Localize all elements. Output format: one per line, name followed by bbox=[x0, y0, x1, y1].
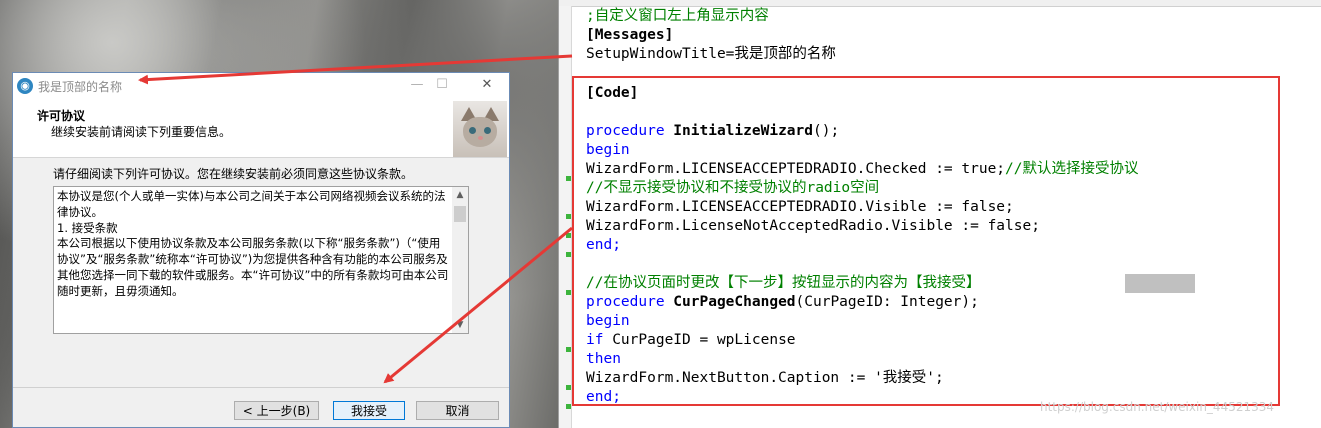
arrow-to-button bbox=[383, 226, 573, 384]
annotation-arrows bbox=[138, 54, 573, 384]
arrow-to-title bbox=[138, 54, 573, 85]
